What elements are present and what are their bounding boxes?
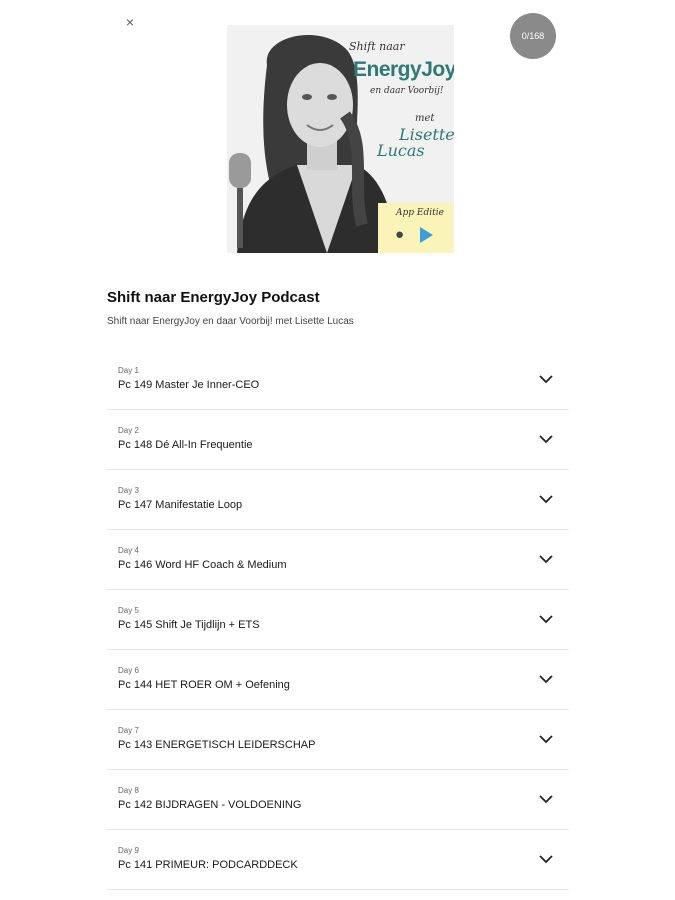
- episode-day: Day 6: [118, 666, 139, 675]
- cover-met: met: [415, 113, 435, 124]
- episode-item[interactable]: Day 6 Pc 144 HET ROER OM + Oefening: [107, 650, 569, 710]
- chevron-down-icon[interactable]: [538, 552, 554, 566]
- cover-brand: EnergyJoy: [353, 58, 454, 81]
- episode-item[interactable]: Day 1 Pc 149 Master Je Inner-CEO: [107, 350, 569, 410]
- episode-day: Day 2: [118, 426, 139, 435]
- episode-item[interactable]: Day 2 Pc 148 Dé All-In Frequentie: [107, 410, 569, 470]
- podcast-cover-image: Shift naar EnergyJoy en daar Voorbij! me…: [227, 25, 454, 253]
- episode-title: Pc 141 PRIMEUR: PODCARDDECK: [118, 859, 298, 871]
- episode-title: Pc 148 Dé All-In Frequentie: [118, 439, 253, 451]
- episode-item[interactable]: Day 9 Pc 141 PRIMEUR: PODCARDDECK: [107, 830, 569, 890]
- episode-item[interactable]: Day 5 Pc 145 Shift Je Tijdlijn + ETS: [107, 590, 569, 650]
- progress-indicator: 0/168: [510, 13, 556, 59]
- episode-day: Day 5: [118, 606, 139, 615]
- episode-day: Day 9: [118, 846, 139, 855]
- episode-item[interactable]: Day 7 Pc 143 ENERGETISCH LEIDERSCHAP: [107, 710, 569, 770]
- play-store-icon: [420, 227, 433, 243]
- episode-day: Day 3: [118, 486, 139, 495]
- close-button[interactable]: ×: [123, 14, 137, 30]
- episode-title: Pc 147 Manifestatie Loop: [118, 499, 243, 511]
- episode-title: Pc 142 BIJDRAGEN - VOLDOENING: [118, 799, 302, 811]
- episode-title: Pc 146 Word HF Coach & Medium: [118, 559, 287, 571]
- episode-list: Day 1 Pc 149 Master Je Inner-CEO Day 2 P…: [107, 350, 569, 890]
- chevron-down-icon[interactable]: [538, 432, 554, 446]
- episode-item[interactable]: Day 3 Pc 147 Manifestatie Loop: [107, 470, 569, 530]
- app-edition-badge: App Editie ●: [378, 203, 453, 253]
- chevron-down-icon[interactable]: [538, 372, 554, 386]
- episode-day: Day 1: [118, 366, 139, 375]
- badge-text: App Editie: [396, 208, 444, 218]
- chevron-down-icon[interactable]: [538, 732, 554, 746]
- episode-title: Pc 145 Shift Je Tijdlijn + ETS: [118, 619, 260, 631]
- episode-title: Pc 149 Master Je Inner-CEO: [118, 379, 260, 391]
- podcast-title: Shift naar EnergyJoy Podcast: [107, 289, 320, 306]
- episode-title: Pc 143 ENERGETISCH LEIDERSCHAP: [118, 739, 316, 751]
- cover-host-last: Lucas: [377, 141, 425, 160]
- cover-line1: Shift naar: [349, 40, 405, 53]
- episode-day: Day 8: [118, 786, 139, 795]
- episode-item[interactable]: Day 4 Pc 146 Word HF Coach & Medium: [107, 530, 569, 590]
- podcast-subtitle: Shift naar EnergyJoy en daar Voorbij! me…: [107, 316, 354, 327]
- chevron-down-icon[interactable]: [538, 612, 554, 626]
- episode-day: Day 4: [118, 546, 139, 555]
- cover-tagline: en daar Voorbij!: [370, 86, 444, 96]
- chevron-down-icon[interactable]: [538, 852, 554, 866]
- episode-title: Pc 144 HET ROER OM + Oefening: [118, 679, 290, 691]
- chevron-down-icon[interactable]: [538, 792, 554, 806]
- chevron-down-icon[interactable]: [538, 672, 554, 686]
- episode-item[interactable]: Day 8 Pc 142 BIJDRAGEN - VOLDOENING: [107, 770, 569, 830]
- episode-day: Day 7: [118, 726, 139, 735]
- apple-icon: ●: [395, 226, 405, 243]
- chevron-down-icon[interactable]: [538, 492, 554, 506]
